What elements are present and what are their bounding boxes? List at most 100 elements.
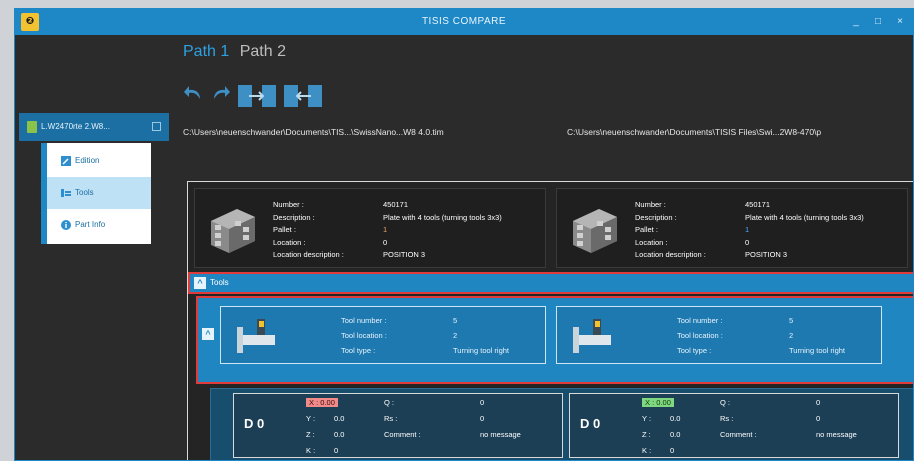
comment-value: no message — [480, 430, 521, 439]
y-value: 0.0 — [334, 414, 345, 423]
pallet-value: 1 — [383, 225, 388, 234]
location-label: Location : — [635, 237, 668, 247]
number-label: Number : — [273, 200, 304, 209]
location-description-label: Location description : — [635, 250, 706, 259]
sidebar-item-label: Edition — [75, 156, 100, 165]
offset-card-right[interactable]: D 0 X : 0.00 Y : 0.0 Z : 0.0 K : 0 Q : 0… — [569, 393, 899, 458]
compared-file-paths: C:\Users\neuenschwander\Documents\TIS...… — [183, 127, 913, 145]
x-highlight: X : 0.00 — [642, 398, 674, 407]
tool-number-value: 5 — [453, 316, 458, 325]
number-label: Number : — [635, 200, 666, 209]
location-description-value: POSITION 3 — [383, 250, 426, 259]
z-label: Z : — [306, 430, 315, 439]
k-value: 0 — [334, 446, 339, 455]
location-value: 0 — [383, 237, 388, 247]
sidebar-item-tools[interactable]: Tools — [47, 177, 151, 209]
left-file-path: C:\Users\neuenschwander\Documents\TIS...… — [183, 127, 444, 137]
rs-value: 0 — [480, 414, 485, 423]
description-value: Plate with 4 tools (turning tools 3x3) — [383, 212, 502, 222]
offset-comparison-row: D 0 X : 0.00 Y : 0.0 Z : 0.0 K : 0 Q : 0… — [210, 388, 913, 460]
location-label: Location : — [273, 237, 306, 247]
sidebar-item-part-info[interactable]: Part Info — [47, 209, 151, 241]
tool-card-left[interactable]: Tool number : Tool location : Tool type … — [220, 306, 546, 364]
chevron-up-icon[interactable]: ^ — [202, 328, 214, 340]
y-value: 0.0 — [670, 414, 681, 423]
z-value: 0.0 — [334, 430, 345, 439]
tool-type-label: Tool type : — [677, 346, 712, 355]
tool-location-label: Tool location : — [677, 331, 723, 340]
close-button[interactable]: × — [889, 9, 911, 35]
offset-card-left[interactable]: D 0 X : 0.00 Y : 0.0 Z : 0.0 K : 0 Q : 0… — [233, 393, 563, 458]
undo-button[interactable] — [183, 83, 205, 111]
q-value: 0 — [480, 398, 485, 407]
tool-labels: Tool number : Tool location : Tool type … — [677, 313, 723, 358]
sidebar-menu: Edition Tools Part Info — [41, 143, 151, 244]
y-label: Y : — [306, 414, 316, 423]
app-window: ❷ TISIS COMPARE _ □ × Path 1 Path 2 L.W2… — [14, 8, 914, 461]
pallet-label: Pallet : — [635, 225, 658, 234]
number-value: 450171 — [745, 200, 771, 209]
undo-icon — [184, 86, 200, 99]
tab-path-1[interactable]: Path 1 — [183, 43, 229, 61]
tool-number-value: 5 — [789, 316, 794, 325]
tools-section-header[interactable]: ^ Tools — [188, 272, 913, 294]
tool-values: 5 2 Turning tool right — [453, 313, 509, 358]
location-value: 0 — [745, 237, 750, 247]
tool-plate-image — [573, 209, 617, 253]
copy-right-icon — [238, 85, 276, 107]
pallet-values: 450171 Plate with 4 tools (turning tools… — [745, 199, 864, 262]
tool-type-value: Turning tool right — [453, 346, 510, 355]
redo-button[interactable] — [209, 83, 231, 111]
chevron-up-icon[interactable]: ^ — [194, 277, 206, 289]
file-icon — [27, 121, 37, 133]
tool-type-value: Turning tool right — [789, 346, 846, 355]
description-value: Plate with 4 tools (turning tools 3x3) — [745, 212, 864, 222]
q-value: 0 — [816, 398, 821, 407]
copy-right-button[interactable] — [237, 83, 277, 111]
copy-left-button[interactable] — [283, 83, 323, 111]
info-icon — [61, 220, 71, 230]
comment-label: Comment : — [720, 430, 757, 439]
y-label: Y : — [642, 414, 652, 423]
offset-title: D 0 — [580, 416, 601, 431]
window-title: TISIS COMPARE — [421, 16, 507, 27]
tools-icon — [61, 189, 71, 197]
path-tabs: Path 1 Path 2 — [183, 43, 292, 61]
sidebar-file-tab[interactable]: L.W2470rte 2.W8... — [19, 113, 169, 141]
turning-tool-image — [573, 319, 611, 353]
tool-labels: Tool number : Tool location : Tool type … — [341, 313, 387, 358]
x-label: X : 0.00 — [306, 398, 338, 407]
location-description-label: Location description : — [273, 250, 344, 259]
tool-values: 5 2 Turning tool right — [789, 313, 845, 358]
pallet-value: 1 — [745, 225, 750, 234]
right-file-path: C:\Users\neuenschwander\Documents\TISIS … — [567, 127, 822, 137]
maximize-button[interactable]: □ — [867, 9, 889, 35]
turning-tool-image — [237, 319, 275, 353]
tool-comparison-row: ^ Tool number : Tool location : Tool typ… — [196, 296, 913, 384]
rs-value: 0 — [816, 414, 821, 423]
comment-label: Comment : — [384, 430, 421, 439]
number-value: 450171 — [383, 200, 409, 209]
comment-value: no message — [816, 430, 857, 439]
tool-card-right[interactable]: Tool number : Tool location : Tool type … — [556, 306, 882, 364]
sidebar-item-edition[interactable]: Edition — [47, 145, 151, 177]
z-value: 0.0 — [670, 430, 681, 439]
title-bar[interactable]: ❷ TISIS COMPARE _ □ × — [15, 9, 913, 35]
offset-title: D 0 — [244, 416, 265, 431]
tool-location-value: 2 — [453, 331, 458, 340]
file-close-icon[interactable] — [152, 122, 161, 131]
comparison-panel: Number : Description : Pallet : Location… — [187, 181, 913, 460]
tool-number-label: Tool number : — [677, 316, 723, 325]
minimize-button[interactable]: _ — [845, 9, 867, 35]
sidebar-file-label: L.W2470rte 2.W8... — [41, 122, 110, 131]
sidebar-item-label: Tools — [75, 188, 94, 197]
k-label: K : — [642, 446, 652, 455]
q-label: Q : — [384, 398, 395, 407]
tool-type-label: Tool type : — [341, 346, 376, 355]
tool-number-label: Tool number : — [341, 316, 387, 325]
tab-path-2[interactable]: Path 2 — [240, 43, 286, 61]
rs-label: Rs : — [384, 414, 398, 423]
description-label: Description : — [635, 212, 677, 222]
q-label: Q : — [720, 398, 731, 407]
edit-icon — [61, 156, 71, 166]
